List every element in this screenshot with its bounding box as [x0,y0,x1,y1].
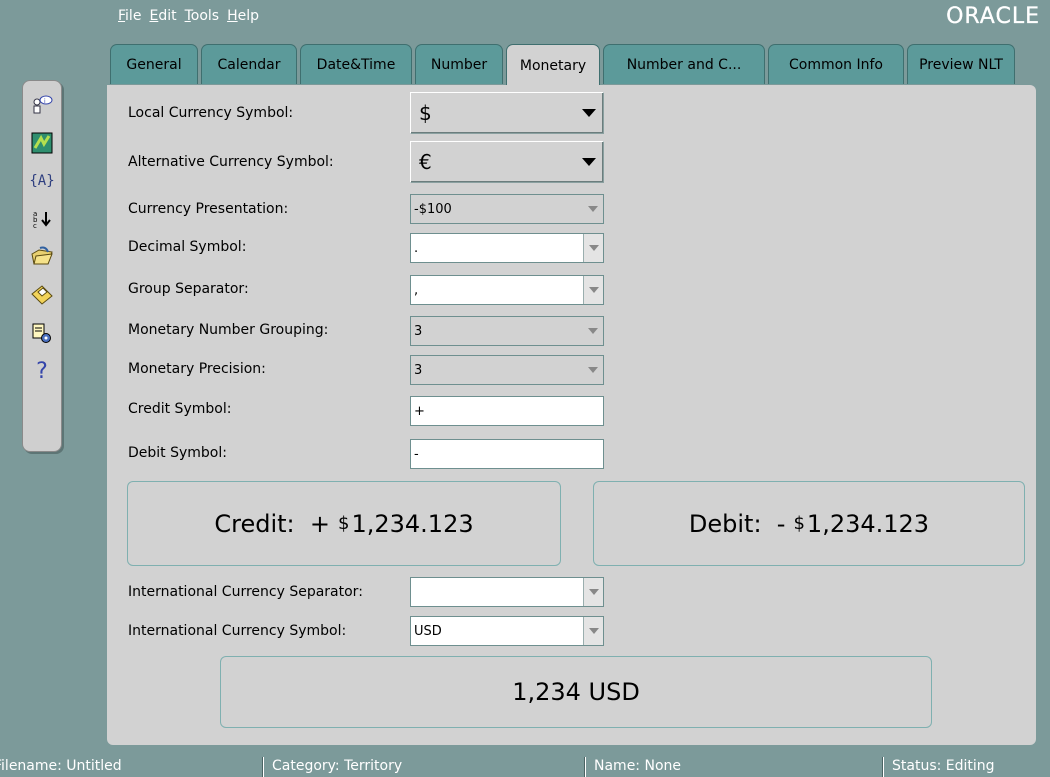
status-name: Name: None [594,758,681,774]
debit-preview-prefix: Debit: - [688,509,786,538]
tab-common-info[interactable]: Common Info [768,44,904,84]
side-toolbar: i {A} abc ? [22,80,62,452]
international-preview-box: 1,234 USD [220,656,932,728]
sort-icon[interactable]: abc [30,207,54,231]
credit-preview-box: Credit: + $ 1,234.123 [127,481,561,566]
tab-number[interactable]: Number [415,44,503,84]
help-icon[interactable]: ? [30,359,54,384]
status-divider [262,757,264,777]
tab-bar: General Calendar Date&Time Number Moneta… [110,44,1018,86]
monetary-number-grouping-label: Monetary Number Grouping: [128,322,329,338]
chevron-down-icon[interactable] [583,195,603,223]
status-bar: Filename: Untitled Category: Territory N… [0,755,1050,777]
international-currency-symbol-label: International Currency Symbol: [128,623,347,639]
credit-symbol-value: + [414,403,425,419]
status-category: Category: Territory [272,758,403,774]
chevron-down-icon[interactable] [583,317,603,345]
decimal-symbol-label: Decimal Symbol: [128,239,247,255]
chevron-down-icon[interactable] [575,142,603,182]
status-status: Status: Editing [892,758,995,774]
credit-preview-amount: 1,234.123 [351,509,474,538]
alternative-currency-symbol-label: Alternative Currency Symbol: [128,154,334,170]
tab-number-and-currency[interactable]: Number and C... [603,44,765,84]
currency-presentation-label: Currency Presentation: [128,201,289,217]
menu-help-label: elp [237,8,260,24]
menu-edit-label: dit [158,8,177,24]
international-currency-symbol-combo[interactable]: USD [410,616,604,646]
group-separator-combo[interactable]: , [410,275,604,305]
tab-calendar[interactable]: Calendar [201,44,297,84]
credit-preview-prefix: Credit: + [214,509,331,538]
debit-symbol-input[interactable]: - [410,439,604,469]
local-currency-symbol-value: $ [419,101,432,125]
monetary-precision-label: Monetary Precision: [128,361,266,377]
menu-edit-mnemonic: E [149,8,159,24]
local-currency-symbol-label: Local Currency Symbol: [128,105,294,121]
international-currency-symbol-value: USD [414,623,442,639]
debit-preview-currency: $ [793,513,805,534]
debit-symbol-value: - [414,446,419,462]
monetary-precision-value: 3 [414,362,423,378]
menu-file[interactable]: File [118,8,141,28]
group-separator-label: Group Separator: [128,281,249,297]
menu-help[interactable]: Help [227,8,259,28]
oracle-logo: ORACLE [946,4,1040,29]
debit-symbol-label: Debit Symbol: [128,445,227,461]
variables-icon[interactable]: {A} [29,169,54,193]
alternative-currency-symbol-value: € [419,150,432,174]
credit-preview-currency: $ [338,513,350,534]
group-separator-value: , [414,282,419,298]
open-folder-icon[interactable] [30,245,54,269]
chevron-down-icon[interactable] [583,617,603,645]
menu-help-mnemonic: H [227,8,238,24]
debit-preview-box: Debit: - $ 1,234.123 [593,481,1025,566]
debit-preview-amount: 1,234.123 [806,509,930,538]
monetary-number-grouping-value: 3 [414,323,423,339]
international-currency-separator-combo[interactable] [410,577,604,607]
menu-file-label: ile [125,8,142,24]
international-preview-value: 1,234 USD [512,678,640,706]
currency-presentation-select[interactable]: -$100 [410,194,604,224]
monetary-panel: Local Currency Symbol: $ Alternative Cur… [107,85,1036,745]
chevron-down-icon[interactable] [583,578,603,606]
user-info-icon[interactable]: i [30,93,54,117]
alternative-currency-symbol-select[interactable]: € [410,141,604,183]
menu-bar: File Edit Tools Help [118,8,267,28]
menu-edit[interactable]: Edit [149,8,176,28]
international-currency-separator-label: International Currency Separator: [128,584,363,600]
credit-symbol-input[interactable]: + [410,396,604,426]
tab-date-time[interactable]: Date&Time [300,44,412,84]
local-currency-symbol-select[interactable]: $ [410,92,604,134]
chevron-down-icon[interactable] [583,356,603,384]
tab-general[interactable]: General [110,44,198,84]
chevron-down-icon[interactable] [575,93,603,133]
menu-tools-label: ools [190,8,220,24]
currency-presentation-value: -$100 [414,201,452,217]
chevron-down-icon[interactable] [583,276,603,304]
chevron-down-icon[interactable] [583,234,603,262]
tab-preview-nlt[interactable]: Preview NLT [907,44,1015,84]
tab-monetary[interactable]: Monetary [506,44,600,86]
menu-file-mnemonic: F [118,8,126,24]
save-disk-icon[interactable] [30,283,54,307]
status-filename: Filename: Untitled [0,758,122,774]
map-icon[interactable] [30,131,54,155]
svg-text:c: c [33,222,37,230]
monetary-number-grouping-select[interactable]: 3 [410,316,604,346]
status-divider [882,757,884,777]
monetary-precision-select[interactable]: 3 [410,355,604,385]
decimal-symbol-value: . [414,240,419,256]
credit-symbol-label: Credit Symbol: [128,401,232,417]
settings-icon[interactable] [30,321,54,345]
status-divider [584,757,586,777]
decimal-symbol-combo[interactable]: . [410,233,604,263]
menu-tools[interactable]: Tools [185,8,220,28]
